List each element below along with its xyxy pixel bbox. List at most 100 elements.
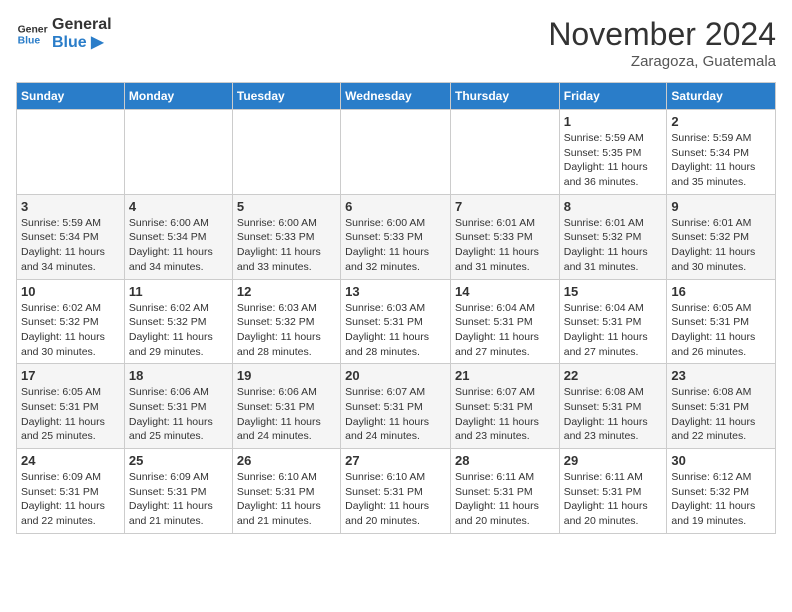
day-number: 20 — [345, 368, 446, 383]
day-cell: 3 Sunrise: 5:59 AMSunset: 5:34 PMDaylight… — [17, 194, 125, 279]
calendar-header-row: SundayMondayTuesdayWednesdayThursdayFrid… — [17, 83, 776, 110]
week-row-2: 10 Sunrise: 6:02 AMSunset: 5:32 PMDayligh… — [17, 279, 776, 364]
day-number: 21 — [455, 368, 555, 383]
day-cell: 1 Sunrise: 5:59 AMSunset: 5:35 PMDaylight… — [559, 110, 667, 195]
day-number: 6 — [345, 199, 446, 214]
day-number: 16 — [671, 284, 771, 299]
day-info: Sunrise: 6:08 AMSunset: 5:31 PMDaylight:… — [564, 385, 663, 444]
day-number: 5 — [237, 199, 336, 214]
day-cell: 8Sunrise: 6:01 AMSunset: 5:32 PMDaylight… — [559, 194, 667, 279]
day-number: 8 — [564, 199, 663, 214]
day-info: Sunrise: 6:01 AMSunset: 5:33 PMDaylight:… — [455, 216, 555, 275]
logo: General Blue General Blue ▶ — [16, 16, 112, 51]
week-row-1: 3 Sunrise: 5:59 AMSunset: 5:34 PMDaylight… — [17, 194, 776, 279]
title-block: November 2024 Zaragoza, Guatemala — [548, 16, 776, 70]
day-cell: 26 Sunrise: 6:10 AMSunset: 5:31 PMDayligh… — [232, 449, 340, 534]
day-number: 1 — [564, 114, 663, 129]
day-info: Sunrise: 6:03 AMSunset: 5:32 PMDaylight:… — [237, 301, 336, 360]
day-number: 30 — [671, 453, 771, 468]
day-number: 28 — [455, 453, 555, 468]
header-thursday: Thursday — [450, 83, 559, 110]
day-number: 18 — [129, 368, 228, 383]
day-info: Sunrise: 6:00 AMSunset: 5:33 PMDaylight:… — [237, 216, 336, 275]
day-cell: 4Sunrise: 6:00 AMSunset: 5:34 PMDaylight… — [124, 194, 232, 279]
day-cell: 18Sunrise: 6:06 AMSunset: 5:31 PMDayligh… — [124, 364, 232, 449]
day-cell: 10Sunrise: 6:02 AMSunset: 5:32 PMDayligh… — [17, 279, 125, 364]
day-number: 10 — [21, 284, 120, 299]
day-cell: 19Sunrise: 6:06 AMSunset: 5:31 PMDayligh… — [232, 364, 340, 449]
day-cell: 29 Sunrise: 6:11 AMSunset: 5:31 PMDayligh… — [559, 449, 667, 534]
day-info: Sunrise: 6:09 AMSunset: 5:31 PMDaylight:… — [21, 470, 120, 529]
day-cell — [124, 110, 232, 195]
day-cell — [17, 110, 125, 195]
day-cell: 7 Sunrise: 6:01 AMSunset: 5:33 PMDaylight… — [450, 194, 559, 279]
day-info: Sunrise: 6:04 AMSunset: 5:31 PMDaylight:… — [455, 301, 555, 360]
day-number: 3 — [21, 199, 120, 214]
day-cell: 24Sunrise: 6:09 AMSunset: 5:31 PMDayligh… — [17, 449, 125, 534]
day-number: 22 — [564, 368, 663, 383]
day-cell — [341, 110, 451, 195]
day-cell: 5 Sunrise: 6:00 AMSunset: 5:33 PMDaylight… — [232, 194, 340, 279]
day-number: 4 — [129, 199, 228, 214]
day-number: 7 — [455, 199, 555, 214]
day-number: 29 — [564, 453, 663, 468]
day-number: 15 — [564, 284, 663, 299]
day-cell: 25 Sunrise: 6:09 AMSunset: 5:31 PMDayligh… — [124, 449, 232, 534]
day-info: Sunrise: 6:03 AMSunset: 5:31 PMDaylight:… — [345, 301, 446, 360]
week-row-4: 24Sunrise: 6:09 AMSunset: 5:31 PMDayligh… — [17, 449, 776, 534]
day-info: Sunrise: 6:11 AMSunset: 5:31 PMDaylight:… — [455, 470, 555, 529]
day-cell: 23Sunrise: 6:08 AMSunset: 5:31 PMDayligh… — [667, 364, 776, 449]
day-cell: 6 Sunrise: 6:00 AMSunset: 5:33 PMDaylight… — [341, 194, 451, 279]
svg-text:Blue: Blue — [18, 35, 41, 46]
day-number: 14 — [455, 284, 555, 299]
day-info: Sunrise: 5:59 AMSunset: 5:34 PMDaylight:… — [21, 216, 120, 275]
header-wednesday: Wednesday — [341, 83, 451, 110]
day-cell: 17Sunrise: 6:05 AMSunset: 5:31 PMDayligh… — [17, 364, 125, 449]
day-info: Sunrise: 6:00 AMSunset: 5:33 PMDaylight:… — [345, 216, 446, 275]
logo-general: General — [52, 16, 112, 34]
day-info: Sunrise: 6:10 AMSunset: 5:31 PMDaylight:… — [237, 470, 336, 529]
day-cell: 15 Sunrise: 6:04 AMSunset: 5:31 PMDayligh… — [559, 279, 667, 364]
location-subtitle: Zaragoza, Guatemala — [548, 53, 776, 70]
day-cell — [232, 110, 340, 195]
day-info: Sunrise: 6:09 AMSunset: 5:31 PMDaylight:… — [129, 470, 228, 529]
day-cell: 20 Sunrise: 6:07 AMSunset: 5:31 PMDayligh… — [341, 364, 451, 449]
week-row-3: 17Sunrise: 6:05 AMSunset: 5:31 PMDayligh… — [17, 364, 776, 449]
header-sunday: Sunday — [17, 83, 125, 110]
day-number: 19 — [237, 368, 336, 383]
day-info: Sunrise: 6:12 AMSunset: 5:32 PMDaylight:… — [671, 470, 771, 529]
logo-icon: General Blue — [16, 18, 48, 50]
day-cell: 30 Sunrise: 6:12 AMSunset: 5:32 PMDayligh… — [667, 449, 776, 534]
day-info: Sunrise: 6:07 AMSunset: 5:31 PMDaylight:… — [345, 385, 446, 444]
month-title: November 2024 — [548, 16, 776, 53]
day-info: Sunrise: 6:02 AMSunset: 5:32 PMDaylight:… — [129, 301, 228, 360]
header-monday: Monday — [124, 83, 232, 110]
calendar-table: SundayMondayTuesdayWednesdayThursdayFrid… — [16, 82, 776, 534]
day-info: Sunrise: 6:05 AMSunset: 5:31 PMDaylight:… — [21, 385, 120, 444]
day-number: 12 — [237, 284, 336, 299]
day-info: Sunrise: 6:11 AMSunset: 5:31 PMDaylight:… — [564, 470, 663, 529]
day-cell: 28 Sunrise: 6:11 AMSunset: 5:31 PMDayligh… — [450, 449, 559, 534]
day-cell: 9Sunrise: 6:01 AMSunset: 5:32 PMDaylight… — [667, 194, 776, 279]
day-info: Sunrise: 6:08 AMSunset: 5:31 PMDaylight:… — [671, 385, 771, 444]
day-number: 13 — [345, 284, 446, 299]
day-cell: 27Sunrise: 6:10 AMSunset: 5:31 PMDayligh… — [341, 449, 451, 534]
day-number: 2 — [671, 114, 771, 129]
header-friday: Friday — [559, 83, 667, 110]
page-header: General Blue General Blue ▶ November 202… — [16, 16, 776, 70]
header-tuesday: Tuesday — [232, 83, 340, 110]
day-info: Sunrise: 5:59 AMSunset: 5:34 PMDaylight:… — [671, 131, 771, 190]
header-saturday: Saturday — [667, 83, 776, 110]
day-info: Sunrise: 6:05 AMSunset: 5:31 PMDaylight:… — [671, 301, 771, 360]
svg-text:General: General — [18, 24, 48, 35]
day-info: Sunrise: 6:07 AMSunset: 5:31 PMDaylight:… — [455, 385, 555, 444]
day-cell: 2 Sunrise: 5:59 AMSunset: 5:34 PMDaylight… — [667, 110, 776, 195]
day-number: 11 — [129, 284, 228, 299]
day-info: Sunrise: 6:04 AMSunset: 5:31 PMDaylight:… — [564, 301, 663, 360]
day-cell: 14 Sunrise: 6:04 AMSunset: 5:31 PMDayligh… — [450, 279, 559, 364]
day-info: Sunrise: 5:59 AMSunset: 5:35 PMDaylight:… — [564, 131, 663, 190]
week-row-0: 1 Sunrise: 5:59 AMSunset: 5:35 PMDaylight… — [17, 110, 776, 195]
day-cell: 21 Sunrise: 6:07 AMSunset: 5:31 PMDayligh… — [450, 364, 559, 449]
day-number: 25 — [129, 453, 228, 468]
day-number: 26 — [237, 453, 336, 468]
